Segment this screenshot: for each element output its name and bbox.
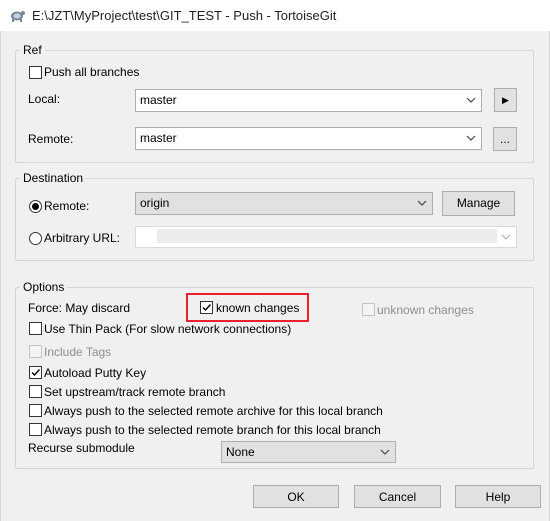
known-changes-label[interactable]: known changes (216, 301, 299, 315)
checkmark-icon (202, 304, 212, 312)
chevron-down-icon (380, 449, 390, 455)
push-all-branches-checkbox[interactable] (29, 66, 42, 79)
recurse-submodule-label: Recurse submodule (28, 441, 135, 455)
chevron-down-icon (466, 97, 476, 103)
set-upstream-checkbox[interactable] (29, 385, 42, 398)
play-arrow-icon: ▶ (502, 95, 509, 105)
window-frame-left (0, 31, 1, 521)
thin-pack-label[interactable]: Use Thin Pack (For slow network connecti… (44, 322, 291, 336)
recurse-submodule-select[interactable]: None (221, 441, 396, 463)
set-upstream-label[interactable]: Set upstream/track remote branch (44, 385, 225, 399)
local-branch-value: master (140, 93, 177, 107)
always-push-archive-label[interactable]: Always push to the selected remote archi… (44, 404, 383, 418)
autoload-putty-key-checkbox[interactable] (29, 366, 42, 379)
remote-branch-select[interactable]: master (135, 127, 482, 150)
remote-branch-value: master (140, 131, 177, 145)
chevron-down-icon (466, 135, 476, 141)
always-push-branch-checkbox[interactable] (29, 423, 42, 436)
chevron-down-icon (417, 200, 427, 206)
include-tags-label[interactable]: Include Tags (44, 345, 111, 359)
remote-select-value: origin (140, 196, 170, 210)
ok-button[interactable]: OK (253, 485, 339, 508)
tortoisegit-icon (8, 7, 26, 23)
remote-branch-label: Remote: (28, 132, 74, 146)
force-label: Force: May discard (28, 301, 131, 315)
push-all-branches-label[interactable]: Push all branches (44, 65, 139, 79)
arbitrary-url-label[interactable]: Arbitrary URL: (44, 231, 120, 245)
arbitrary-url-disabled-fill (157, 229, 497, 243)
checkmark-icon (31, 369, 41, 377)
arbitrary-url-radio[interactable] (29, 232, 42, 245)
known-changes-checkbox[interactable] (200, 301, 213, 314)
manage-button[interactable]: Manage (442, 191, 515, 216)
unknown-changes-label[interactable]: unknown changes (377, 303, 474, 317)
local-arrow-button[interactable]: ▶ (494, 88, 517, 112)
radio-selected-dot (32, 203, 39, 210)
remote-radio-label[interactable]: Remote: (44, 199, 89, 213)
thin-pack-checkbox[interactable] (29, 322, 42, 335)
window-title: E:\JZT\MyProject\test\GIT_TEST - Push - … (32, 8, 337, 23)
always-push-archive-checkbox[interactable] (29, 404, 42, 417)
ref-legend: Ref (20, 43, 45, 57)
autoload-putty-key-label[interactable]: Autoload Putty Key (44, 366, 146, 380)
title-bar: E:\JZT\MyProject\test\GIT_TEST - Push - … (0, 0, 550, 31)
always-push-branch-label[interactable]: Always push to the selected remote branc… (44, 423, 381, 437)
local-label: Local: (28, 92, 61, 106)
remote-select[interactable]: origin (135, 192, 433, 215)
unknown-changes-checkbox[interactable] (362, 303, 375, 316)
local-branch-select[interactable]: master (135, 89, 482, 112)
cancel-button[interactable]: Cancel (354, 485, 441, 508)
remote-browse-button[interactable]: ... (493, 127, 517, 151)
help-button[interactable]: Help (455, 485, 541, 508)
chevron-down-icon (501, 234, 511, 240)
recurse-submodule-value: None (226, 445, 255, 459)
include-tags-checkbox[interactable] (29, 345, 42, 358)
options-legend: Options (20, 280, 68, 294)
remote-radio[interactable] (29, 200, 42, 213)
destination-legend: Destination (20, 171, 87, 185)
